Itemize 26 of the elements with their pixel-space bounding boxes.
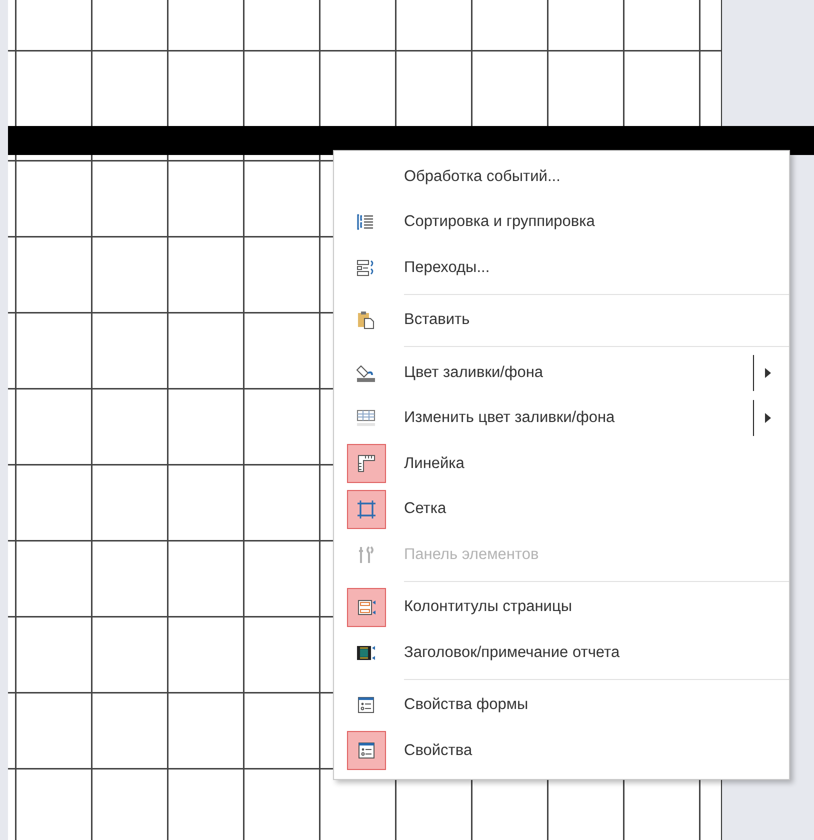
menu-item[interactable]: Переходы...	[334, 245, 789, 290]
ruler-icon	[346, 444, 386, 484]
page-header-icon	[346, 588, 386, 627]
menu-item[interactable]: Обработка событий...	[334, 154, 789, 200]
list-icon	[356, 212, 376, 232]
submenu-arrow-icon	[765, 413, 771, 424]
menu-item[interactable]: Заголовок/примечание отчета	[334, 630, 789, 676]
menu-item[interactable]: Линейка	[334, 441, 789, 486]
section-bar[interactable]	[8, 126, 814, 155]
menu-item[interactable]: Изменить цвет заливки/фона	[334, 396, 789, 441]
menu-item[interactable]: Вставить	[334, 298, 789, 343]
tools-icon	[356, 544, 376, 565]
clipboard-icon	[356, 310, 376, 330]
menu-item[interactable]: Колонтитулы страницы	[334, 584, 789, 630]
properties-icon	[346, 731, 386, 770]
properties-icon	[356, 695, 376, 716]
paint-bucket-icon	[356, 362, 376, 383]
menu-item[interactable]: Свойства формы	[334, 682, 789, 728]
submenu-arrow-icon	[765, 368, 771, 378]
grid-icon	[346, 490, 386, 529]
list-arrows-icon	[356, 258, 376, 278]
table-icon	[356, 408, 376, 428]
menu-item[interactable]: Сортировка и группировка	[334, 200, 789, 245]
menu-item[interactable]: Цвет заливки/фона	[334, 350, 789, 396]
menu-item[interactable]: Свойства	[334, 728, 789, 774]
menu-item[interactable]: Сетка	[334, 486, 789, 532]
